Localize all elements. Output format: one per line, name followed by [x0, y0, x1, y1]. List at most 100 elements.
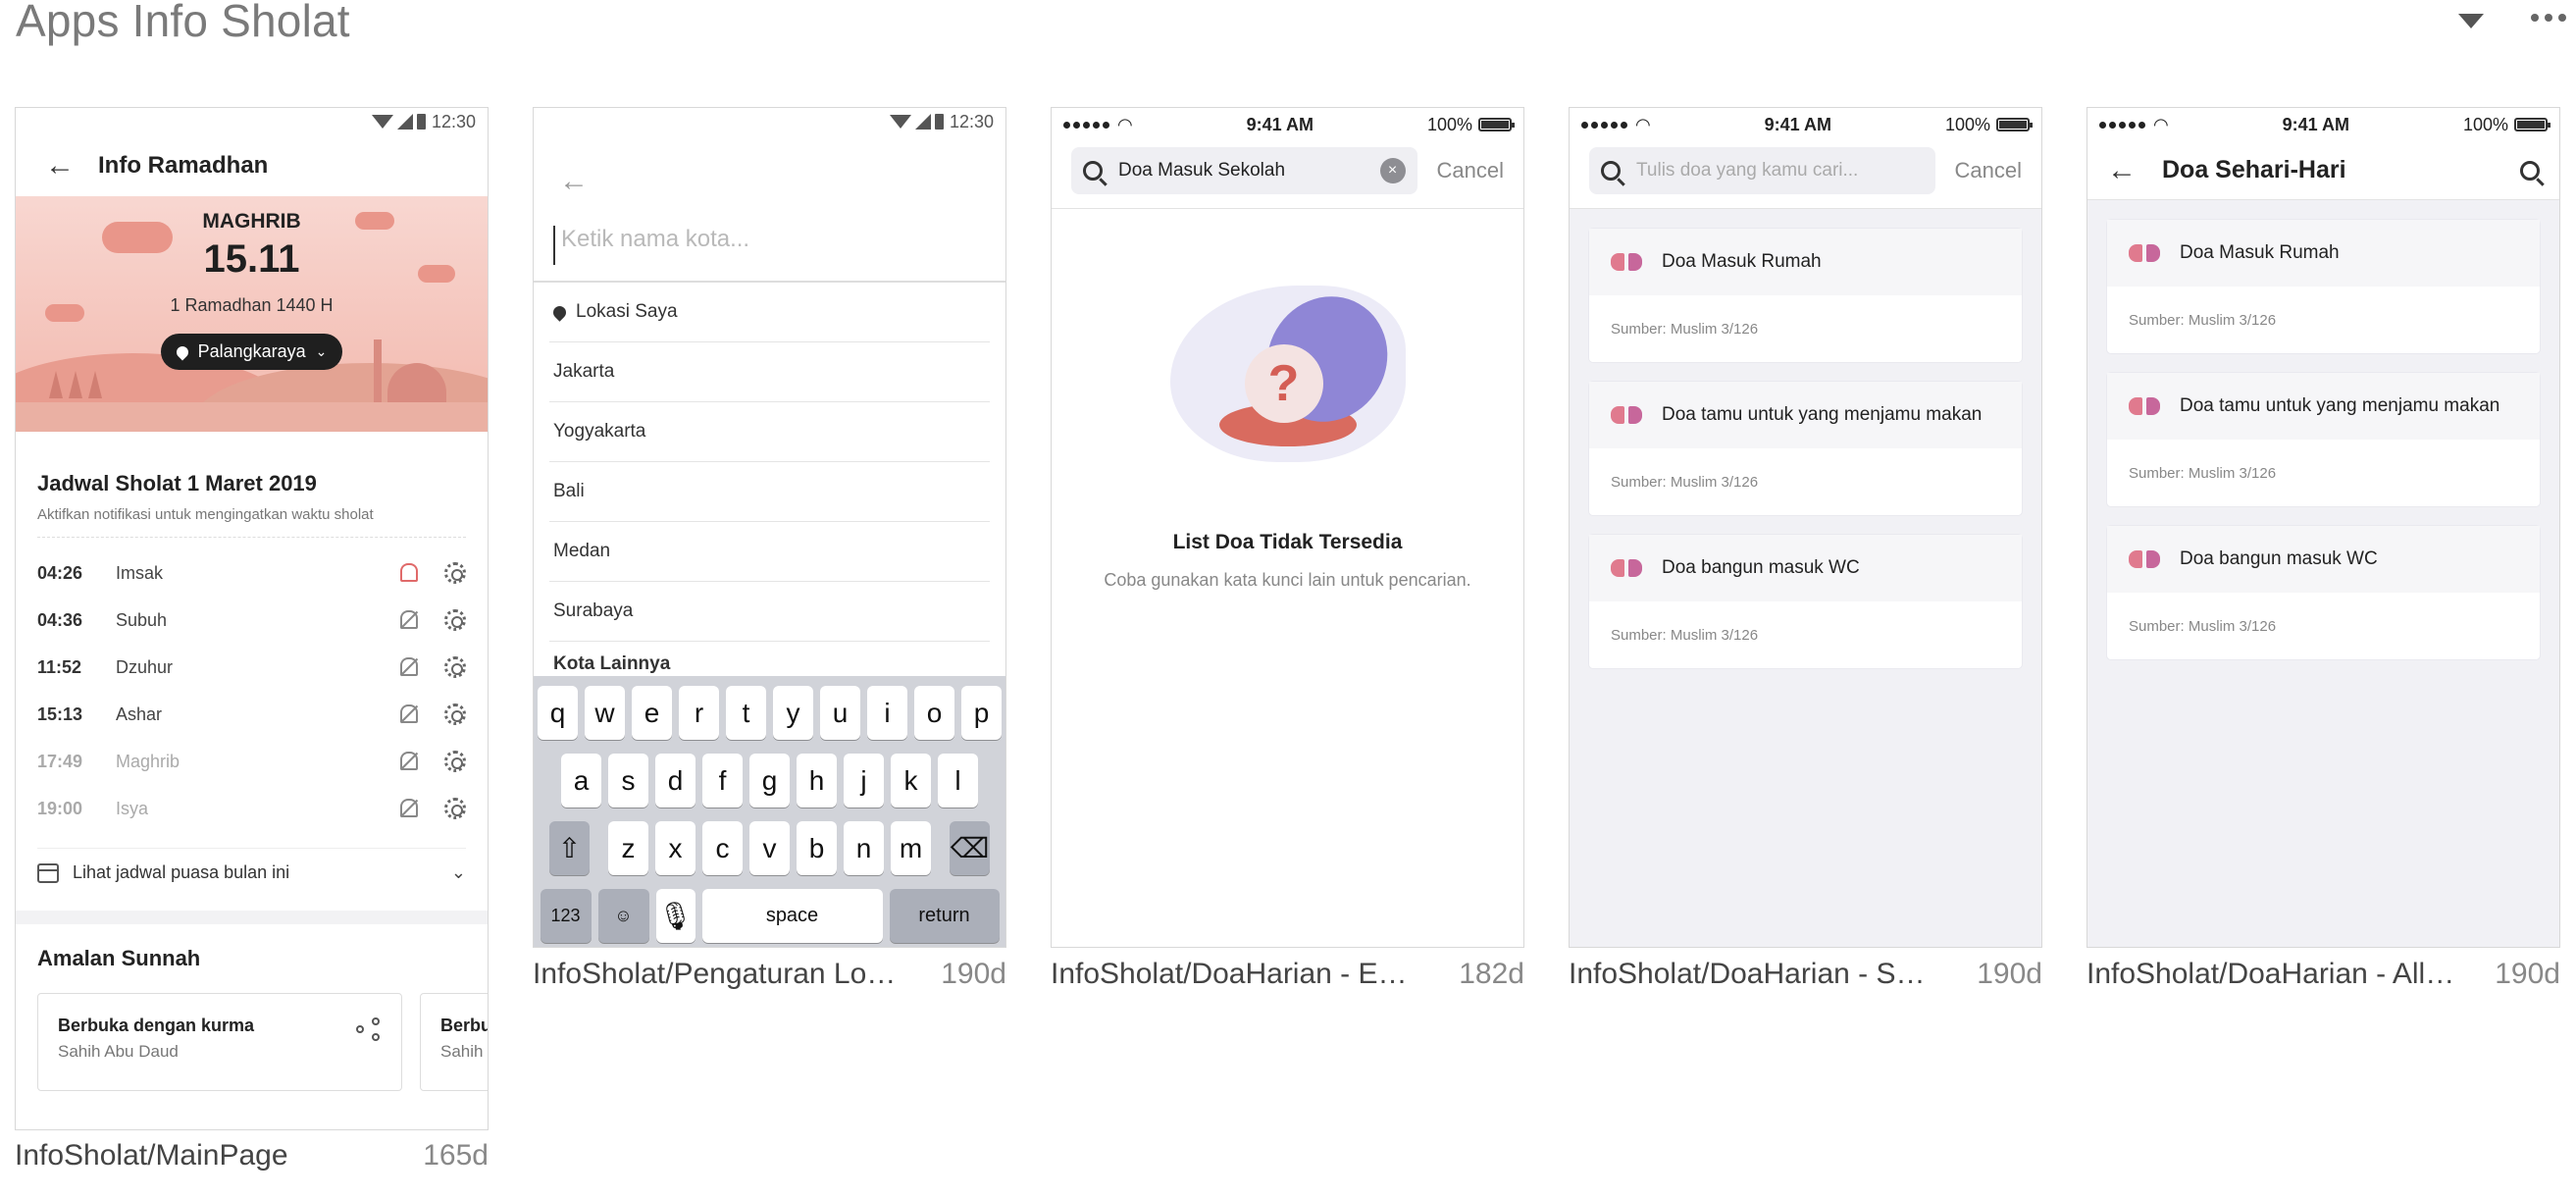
amalan-card[interactable]: Berbu Sahih	[420, 993, 489, 1091]
gear-icon[interactable]	[444, 609, 466, 631]
city-item-my-location[interactable]: Lokasi Saya	[549, 283, 990, 342]
chevron-down-icon: ⌄	[315, 343, 328, 359]
key-n[interactable]: n	[844, 821, 884, 875]
key-e[interactable]: e	[632, 686, 672, 740]
key-h[interactable]: h	[797, 754, 837, 808]
microphone-icon[interactable]: 🎙	[655, 889, 696, 943]
location-pill-button[interactable]: Palangkaraya ⌄	[160, 334, 343, 370]
frame-doa-search[interactable]: ◠ 9:41 AM 100% Tulis doa yang kamu cari.…	[1569, 107, 2042, 948]
doa-card[interactable]: Doa tamu untuk yang menjamu makan Sumber…	[1589, 382, 2022, 515]
city-item[interactable]: Medan	[549, 522, 990, 582]
city-item[interactable]: Bali	[549, 462, 990, 522]
city-item[interactable]: Jakarta	[549, 342, 990, 402]
search-input[interactable]: Doa Masuk Sekolah ×	[1071, 147, 1417, 194]
frame-doa-all-list[interactable]: ◠ 9:41 AM 100% ← Doa Sehari-Hari Doa Mas…	[2087, 107, 2560, 948]
key-w[interactable]: w	[585, 686, 625, 740]
fasting-schedule-link[interactable]: Lihat jadwal puasa bulan ini ⌄	[37, 848, 466, 897]
status-bar: ◠ 9:41 AM 100%	[1570, 108, 2041, 141]
key-l[interactable]: l	[938, 754, 978, 808]
frame-caption: InfoSholat/DoaHarian - Empty 182d	[1051, 958, 1524, 991]
calendar-icon	[37, 862, 59, 883]
hero-content: MAGHRIB 15.11 1 Ramadhan 1440 H Palangka…	[16, 210, 488, 370]
bell-icon[interactable]	[397, 562, 419, 584]
emoji-key[interactable]: ☺	[597, 889, 649, 943]
key-x[interactable]: x	[655, 821, 696, 875]
key-u[interactable]: u	[820, 686, 860, 740]
cancel-button[interactable]: Cancel	[1437, 158, 1504, 183]
bell-off-icon[interactable]	[397, 798, 419, 819]
key-k[interactable]: k	[891, 754, 931, 808]
key-a[interactable]: a	[561, 754, 601, 808]
amalan-carousel[interactable]: Berbuka dengan kurma Sahih Abu Daud Berb…	[37, 993, 488, 1091]
location-city: Palangkaraya	[197, 341, 306, 361]
doa-card[interactable]: Doa tamu untuk yang menjamu makan Sumber…	[2107, 373, 2540, 506]
key-g[interactable]: g	[749, 754, 790, 808]
space-key[interactable]: space	[701, 889, 883, 943]
amalan-card-source: Sahih	[440, 1042, 484, 1061]
numbers-key[interactable]: 123	[540, 889, 592, 943]
gear-icon[interactable]	[444, 656, 466, 678]
gear-icon[interactable]	[444, 562, 466, 584]
gear-icon[interactable]	[444, 751, 466, 772]
bell-off-icon[interactable]	[397, 751, 419, 772]
status-time: 9:41 AM	[1764, 114, 1832, 134]
gear-icon[interactable]	[444, 798, 466, 819]
key-j[interactable]: j	[844, 754, 884, 808]
amalan-card[interactable]: Berbuka dengan kurma Sahih Abu Daud	[37, 993, 402, 1091]
key-f[interactable]: f	[702, 754, 743, 808]
gear-icon[interactable]	[444, 704, 466, 725]
more-horizontal-icon[interactable]	[2531, 13, 2566, 22]
doa-card[interactable]: Doa Masuk Rumah Sumber: Muslim 3/126	[1589, 229, 2022, 362]
frame-location-settings[interactable]: 12:30 ← Ketik nama kota... Lokasi Saya J…	[533, 107, 1006, 948]
frame-doa-empty[interactable]: ◠ 9:41 AM 100% Doa Masuk Sekolah × Cance…	[1051, 107, 1524, 948]
key-r[interactable]: r	[679, 686, 719, 740]
empty-state-title: List Doa Tidak Tersedia	[1172, 531, 1403, 553]
city-item[interactable]: Surabaya	[549, 582, 990, 642]
prayer-time: 15.11	[203, 237, 300, 281]
back-arrow-icon[interactable]: ←	[2107, 155, 2137, 185]
search-query: Doa Masuk Sekolah	[1118, 160, 1286, 181]
cancel-button[interactable]: Cancel	[1955, 158, 2022, 183]
key-z[interactable]: z	[608, 821, 648, 875]
return-key[interactable]: return	[889, 889, 1000, 943]
prayer-row-name: Dzuhur	[116, 656, 174, 677]
doa-card[interactable]: Doa Masuk Rumah Sumber: Muslim 3/126	[2107, 220, 2540, 353]
key-s[interactable]: s	[608, 754, 648, 808]
share-icon[interactable]	[356, 1017, 380, 1041]
back-arrow-icon[interactable]: ←	[45, 151, 75, 181]
key-d[interactable]: d	[655, 754, 696, 808]
key-m[interactable]: m	[891, 821, 931, 875]
doa-card[interactable]: Doa bangun masuk WC Sumber: Muslim 3/126	[1589, 535, 2022, 668]
key-v[interactable]: v	[749, 821, 790, 875]
key-t[interactable]: t	[726, 686, 766, 740]
key-i[interactable]: i	[867, 686, 907, 740]
search-placeholder: Tulis doa yang kamu cari...	[1636, 160, 1859, 181]
city-search-input[interactable]: Ketik nama kota...	[553, 226, 986, 265]
key-p[interactable]: p	[961, 686, 1002, 740]
amalan-card-title: Berbu	[440, 1016, 489, 1035]
key-b[interactable]: b	[797, 821, 837, 875]
doa-card[interactable]: Doa bangun masuk WC Sumber: Muslim 3/126	[2107, 526, 2540, 659]
search-icon[interactable]	[2520, 160, 2540, 181]
bell-off-icon[interactable]	[397, 609, 419, 631]
backspace-key[interactable]: ⌫	[950, 821, 990, 875]
bell-off-icon[interactable]	[397, 656, 419, 678]
frame-caption: InfoSholat/MainPage 165d	[15, 1139, 489, 1173]
prayer-label: MAGHRIB	[202, 210, 301, 233]
city-item[interactable]: Yogyakarta	[549, 402, 990, 462]
frame-name: InfoSholat/DoaHarian - Empty	[1051, 958, 1423, 990]
status-time: 12:30	[431, 111, 476, 131]
key-o[interactable]: o	[914, 686, 954, 740]
city-item-label: Surabaya	[553, 600, 634, 621]
key-q[interactable]: q	[538, 686, 578, 740]
shift-key[interactable]: ⇧	[549, 821, 590, 875]
key-c[interactable]: c	[702, 821, 743, 875]
clear-icon[interactable]: ×	[1379, 158, 1406, 183]
key-y[interactable]: y	[773, 686, 813, 740]
triangle-down-icon[interactable]	[2458, 14, 2484, 28]
doa-source: Sumber: Muslim 3/126	[1611, 473, 1759, 491]
search-input[interactable]: Tulis doa yang kamu cari...	[1589, 147, 1935, 194]
back-arrow-icon[interactable]: ←	[534, 135, 1005, 198]
bell-off-icon[interactable]	[397, 704, 419, 725]
frame-main-page[interactable]: 12:30 ← Info Ramadhan MAGHRIB 15.11 1 Ra…	[15, 107, 489, 1130]
